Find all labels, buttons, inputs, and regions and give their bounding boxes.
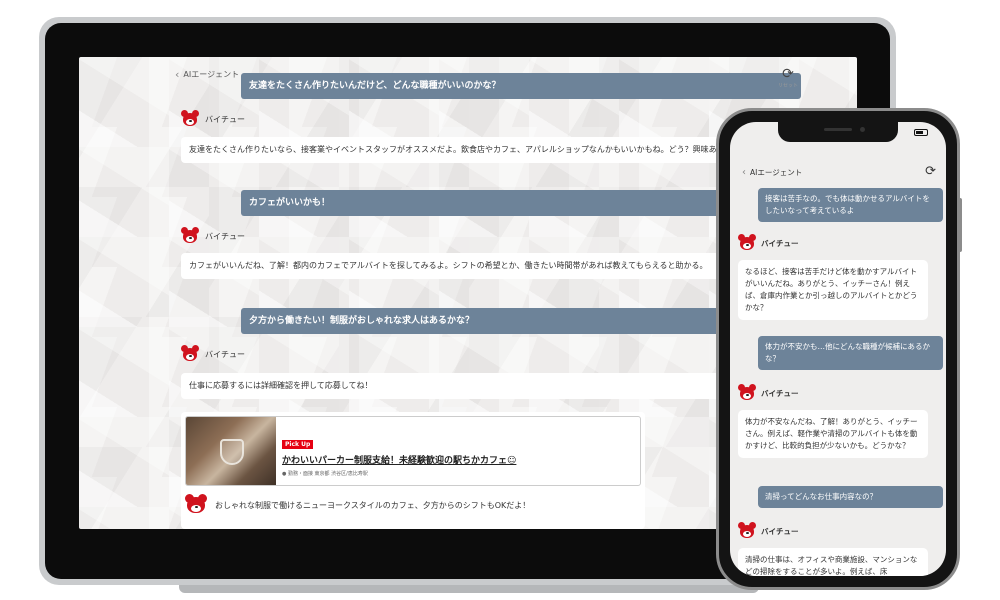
job-listing-link[interactable]: Pick Up かわいいパーカー制服支給！未経験歓迎の駅ちかカフェ☺ ● 勤務・… — [185, 416, 641, 486]
bear-mascot-icon — [738, 522, 756, 540]
refresh-icon: ⟳ — [782, 66, 794, 82]
bot-message: 清掃の仕事は、オフィスや商業施設、マンションなどの掃除をすることが多いよ。例えば… — [738, 548, 928, 576]
back-label: AIエージェント — [750, 168, 803, 177]
bot-name: バイチュー — [205, 231, 245, 241]
tablet-stand — [179, 585, 759, 593]
job-description: おしゃれな制服で働けるニューヨークスタイルのカフェ、夕方からのシフトもOKだよ！ — [185, 494, 530, 516]
bot-header: バイチュー — [181, 345, 245, 363]
phone-device: ‹ AIエージェント ⟳ 接客は苦手なの。でも体は動かせるアルバイトをしたいなっ… — [716, 108, 960, 590]
bot-name: バイチュー — [761, 238, 799, 248]
phone-notch — [778, 122, 898, 142]
reset-label: リセット — [777, 83, 798, 89]
marketing-mockup: ‹ AIエージェント 友達をたくさん作りたいんだけど、どんな職種がいいのかな？ … — [0, 0, 1000, 600]
bot-header: バイチュー — [181, 110, 245, 128]
job-photo — [186, 417, 276, 485]
user-message: 体力が不安かも…他にどんな職種が候補にあるかな？ — [758, 336, 943, 370]
bot-name: バイチュー — [761, 388, 799, 398]
back-button[interactable]: ‹ AIエージェント — [742, 167, 802, 178]
user-message: 清掃ってどんなお仕事内容なの？ — [758, 486, 943, 508]
phone-chat-screen: ‹ AIエージェント ⟳ 接客は苦手なの。でも体は動かせるアルバイトをしたいなっ… — [730, 122, 946, 576]
back-label: AIエージェント — [183, 70, 240, 79]
job-title[interactable]: かわいいパーカー制服支給！未経験歓迎の駅ちかカフェ☺ — [282, 453, 516, 466]
bot-message: 仕事に応募するには詳細確認を押して応募してね！ — [181, 373, 741, 399]
battery-icon — [914, 129, 928, 136]
bot-header: バイチュー — [181, 227, 245, 245]
back-button[interactable]: ‹ AIエージェント — [175, 68, 239, 81]
bot-header: バイチュー — [738, 234, 799, 252]
refresh-icon[interactable]: ⟳ — [925, 164, 936, 179]
job-recommendation-card: Pick Up かわいいパーカー制服支給！未経験歓迎の駅ちかカフェ☺ ● 勤務・… — [181, 412, 645, 529]
bot-message: 体力が不安なんだね、了解！ありがとう、イッチーさん。例えば、軽作業や清掃のアルバ… — [738, 410, 928, 458]
bear-mascot-icon — [185, 494, 207, 516]
phone-side-button — [959, 198, 962, 252]
bot-name: バイチュー — [205, 349, 245, 359]
reset-button[interactable]: ⟳ リセット — [777, 63, 799, 89]
job-location: ● 勤務・面接 東京都 渋谷区/恵比寿駅 — [282, 471, 368, 477]
phone-header: ‹ AIエージェント ⟳ — [730, 162, 946, 184]
bear-mascot-icon — [738, 234, 756, 252]
bear-mascot-icon — [181, 345, 199, 363]
bot-name: バイチュー — [205, 114, 245, 124]
bear-mascot-icon — [181, 110, 199, 128]
chevron-left-icon: ‹ — [175, 68, 180, 81]
pickup-badge: Pick Up — [282, 440, 314, 449]
bot-name: バイチュー — [761, 526, 799, 536]
bear-mascot-icon — [738, 384, 756, 402]
bot-header: バイチュー — [738, 522, 799, 540]
user-message: 友達をたくさん作りたいんだけど、どんな職種がいいのかな？ — [241, 73, 801, 99]
user-message: 接客は苦手なの。でも体は動かせるアルバイトをしたいなって考えているよ — [758, 188, 943, 222]
map-pin-icon: ● — [282, 471, 287, 477]
chevron-left-icon: ‹ — [742, 167, 746, 178]
bear-mascot-icon — [181, 227, 199, 245]
bot-message: なるほど、接客は苦手だけど体を動かすアルバイトがいいんだね。ありがとう、イッチー… — [738, 260, 928, 320]
bot-header: バイチュー — [738, 384, 799, 402]
